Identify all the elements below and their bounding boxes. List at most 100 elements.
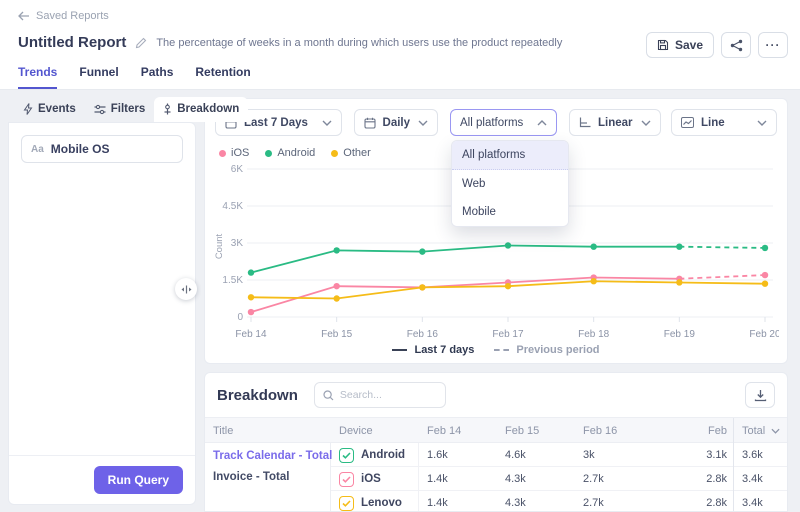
y-tick-label: 1.5K <box>222 275 243 286</box>
data-point-other[interactable] <box>762 281 768 287</box>
save-button[interactable]: Save <box>646 32 714 58</box>
data-point-other[interactable] <box>333 295 339 301</box>
panel-resize-handle[interactable] <box>175 278 197 300</box>
col-feb-clipped[interactable]: Feb <box>653 425 733 437</box>
platform-option-all[interactable]: All platforms <box>452 141 568 170</box>
sidebar-tab-filters[interactable]: Filters <box>85 97 155 122</box>
line-chart-icon <box>681 117 694 128</box>
report-tabs: Trends Funnel Paths Retention <box>18 65 251 89</box>
calendar-icon <box>364 117 376 129</box>
series-line-dashed-android <box>679 247 765 248</box>
value-cell: 4.3k <box>497 473 575 485</box>
breakdown-table-header: Title Device Feb 14 Feb 15 Feb 16 Feb To… <box>205 417 787 443</box>
scale-dropdown[interactable]: Linear <box>569 109 661 136</box>
tab-trends[interactable]: Trends <box>18 65 57 89</box>
query-builder-tabs: Events Filters Breakdown <box>14 97 248 122</box>
table-row-android: Android 1.6k 4.6k 3k 3.1k 3.6k <box>331 443 788 467</box>
sidebar-tab-breakdown[interactable]: Breakdown <box>154 97 248 122</box>
device-name: Lenovo <box>361 497 402 509</box>
legend-dot <box>219 150 226 157</box>
sidebar-tab-events[interactable]: Events <box>14 97 85 122</box>
axis-icon <box>579 117 591 128</box>
granularity-dropdown[interactable]: Daily <box>354 109 439 136</box>
tab-retention[interactable]: Retention <box>195 65 250 89</box>
data-point-ios[interactable] <box>248 309 254 315</box>
x-axis-label: Feb 20 <box>749 329 779 340</box>
sidebar-tab-label: Events <box>38 103 76 115</box>
device-name: Android <box>361 449 405 461</box>
download-button[interactable] <box>745 382 775 408</box>
platform-dropdown[interactable]: All platforms All platforms Web Mobile <box>450 109 557 136</box>
breakdown-title: Breakdown <box>217 387 298 404</box>
data-point-android[interactable] <box>419 248 425 254</box>
breakdown-property-field[interactable]: Aa Mobile OS <box>21 135 183 163</box>
back-to-saved-reports[interactable]: Saved Reports <box>18 10 109 22</box>
chart-type-dropdown[interactable]: Line <box>671 109 777 136</box>
data-point-ios[interactable] <box>333 283 339 289</box>
data-point-ios[interactable] <box>762 272 768 278</box>
scale-value: Linear <box>598 117 633 129</box>
sidebar-tab-label: Filters <box>111 103 146 115</box>
legend-item-android[interactable]: Android <box>265 147 315 159</box>
platform-option-mobile[interactable]: Mobile <box>452 198 568 226</box>
data-point-android[interactable] <box>676 244 682 250</box>
data-point-other[interactable] <box>505 283 511 289</box>
y-tick-label: 4.5K <box>222 201 243 212</box>
period-label: Previous period <box>516 344 599 356</box>
data-point-other[interactable] <box>248 294 254 300</box>
report-series-link[interactable]: Track Calendar - Total <box>213 450 322 462</box>
platform-option-web[interactable]: Web <box>452 170 568 198</box>
sidebar-footer: Run Query <box>9 455 195 504</box>
legend-label: Android <box>277 147 315 159</box>
tab-funnel[interactable]: Funnel <box>79 65 118 89</box>
device-cell: Lenovo <box>331 491 419 512</box>
col-feb14[interactable]: Feb 14 <box>419 425 497 437</box>
share-button[interactable] <box>721 32 751 58</box>
data-point-android[interactable] <box>333 247 339 253</box>
breakdown-table-body: Track Calendar - Total Invoice - Total A… <box>205 443 787 512</box>
legend-label: iOS <box>231 147 249 159</box>
data-point-android[interactable] <box>590 244 596 250</box>
data-point-other[interactable] <box>676 279 682 285</box>
data-point-other[interactable] <box>419 284 425 290</box>
y-tick-label: 0 <box>237 312 243 323</box>
sidebar-tab-label: Breakdown <box>177 103 239 115</box>
run-query-button[interactable]: Run Query <box>94 466 183 494</box>
check-icon <box>342 476 351 483</box>
chart-type-value: Line <box>701 117 725 129</box>
col-feb16[interactable]: Feb 16 <box>575 425 653 437</box>
save-icon <box>657 39 669 51</box>
total-value-cell: 3.4k <box>733 491 788 512</box>
chevron-down-icon <box>771 428 780 434</box>
data-point-android[interactable] <box>505 242 511 248</box>
checkbox-lenovo[interactable] <box>339 496 354 511</box>
checkbox-ios[interactable] <box>339 472 354 487</box>
x-axis-label: Feb 19 <box>664 329 696 340</box>
legend-item-other[interactable]: Other <box>331 147 371 159</box>
more-button[interactable]: ··· <box>758 32 788 58</box>
data-point-other[interactable] <box>590 278 596 284</box>
legend-item-ios[interactable]: iOS <box>219 147 249 159</box>
check-icon <box>342 452 351 459</box>
value-cell: 1.4k <box>419 497 497 509</box>
col-feb15[interactable]: Feb 15 <box>497 425 575 437</box>
search-input[interactable] <box>340 389 430 401</box>
edit-title-icon[interactable] <box>135 37 147 49</box>
report-description: The percentage of weeks in a month durin… <box>156 37 562 49</box>
series-line-dashed-ios <box>679 275 765 279</box>
value-cell: 2.7k <box>575 473 653 485</box>
x-axis-label: Feb 18 <box>578 329 610 340</box>
back-arrow-icon <box>18 11 30 21</box>
col-total[interactable]: Total <box>733 418 788 444</box>
trends-chart-card: Last 7 Days Daily All platforms All plat… <box>204 98 788 364</box>
data-point-android[interactable] <box>762 245 768 251</box>
tab-paths[interactable]: Paths <box>141 65 174 89</box>
report-series-label[interactable]: Invoice - Total <box>213 471 322 483</box>
checkbox-android[interactable] <box>339 448 354 463</box>
header-actions: Save ··· <box>646 32 788 58</box>
data-point-android[interactable] <box>248 269 254 275</box>
platform-dropdown-menu: All platforms Web Mobile <box>451 140 569 227</box>
table-row-lenovo: Lenovo 1.4k 4.3k 2.7k 2.8k 3.4k <box>331 491 788 512</box>
resize-arrows-icon <box>180 285 193 294</box>
x-axis-label: Feb 16 <box>407 329 439 340</box>
